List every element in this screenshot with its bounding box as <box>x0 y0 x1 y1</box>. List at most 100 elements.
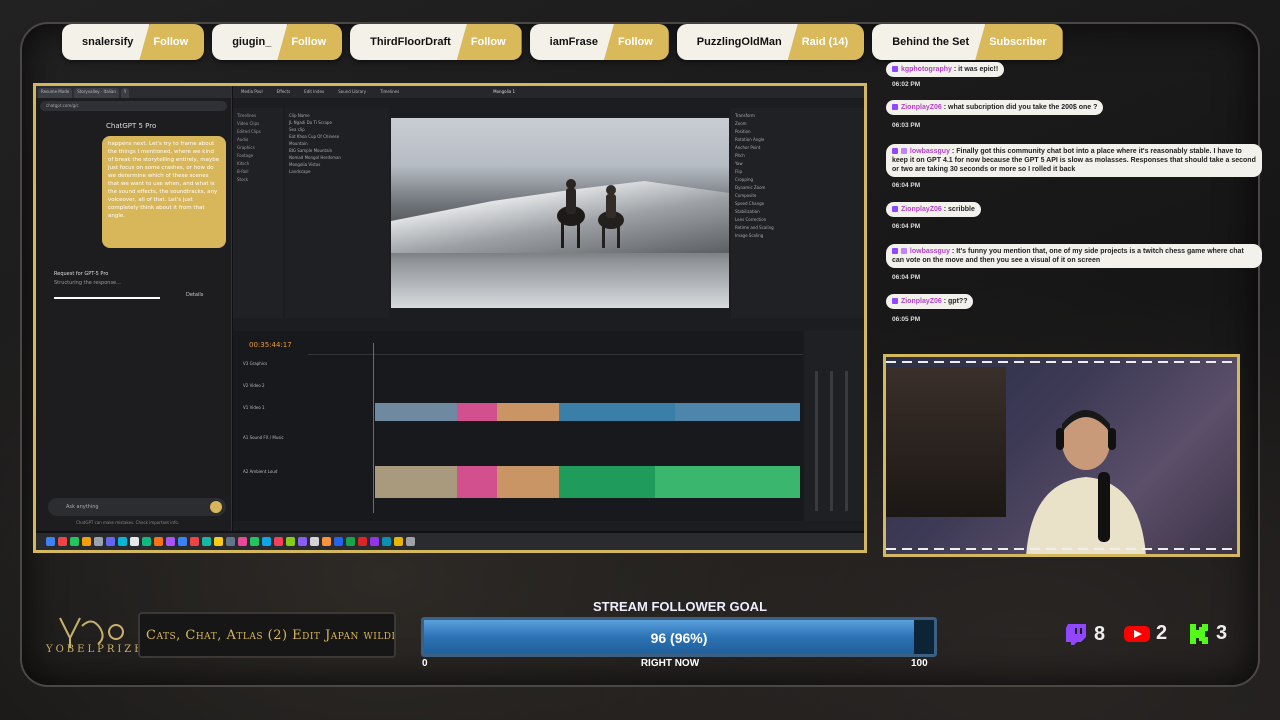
browser-tab[interactable]: Storyvalley · Italian <box>74 88 119 98</box>
request-title: Request for GPT-5 Pro <box>54 271 109 277</box>
sub-badge-icon <box>900 148 907 154</box>
inspector-item[interactable]: Dynamic Zoom <box>735 184 861 192</box>
app-icon[interactable] <box>394 537 403 546</box>
inspector-item[interactable]: Transform <box>735 112 861 120</box>
chat-message: ZionplayZ06 : what subcription did you t… <box>886 100 1104 115</box>
app-icon[interactable] <box>250 537 259 546</box>
webcam-frame-dashes <box>886 361 1237 363</box>
bin-item[interactable]: Kitsch <box>237 160 279 168</box>
app-icon[interactable] <box>214 537 223 546</box>
inspector-item[interactable]: Image Scaling <box>735 232 861 240</box>
app-icon[interactable] <box>274 537 283 546</box>
app-icon[interactable] <box>262 537 271 546</box>
menu-item[interactable]: Timelines <box>380 89 399 95</box>
mixer-fader[interactable] <box>830 371 833 511</box>
app-icon[interactable] <box>118 537 127 546</box>
inspector-item[interactable]: Composite <box>735 192 861 200</box>
prompt-input[interactable]: Ask anything <box>48 498 226 516</box>
video-track-clips[interactable] <box>375 403 800 421</box>
video-viewer[interactable] <box>391 118 729 308</box>
inspector-item[interactable]: Flip <box>735 168 861 176</box>
inspector-item[interactable]: Rotation Angle <box>735 136 861 144</box>
inspector-item[interactable]: Speed Change <box>735 200 861 208</box>
bin-item[interactable]: Edited Clips <box>237 128 279 136</box>
model-selector[interactable]: ChatGPT 5 Pro <box>36 114 231 130</box>
mixer-fader[interactable] <box>845 371 848 511</box>
bin-item[interactable]: Video Clips <box>237 120 279 128</box>
clip-item[interactable]: BIG Sample Mountain <box>289 147 385 154</box>
browser-tab[interactable]: Y <box>120 88 130 98</box>
app-icon[interactable] <box>298 537 307 546</box>
app-icon[interactable] <box>106 537 115 546</box>
app-icon[interactable] <box>286 537 295 546</box>
bin-item[interactable]: Footage <box>237 152 279 160</box>
inspector-item[interactable]: Anchor Point <box>735 144 861 152</box>
finder-icon[interactable] <box>46 537 55 546</box>
bin-item[interactable]: Timelines <box>237 112 279 120</box>
audio-track-clips[interactable] <box>375 466 800 498</box>
app-icon[interactable] <box>334 537 343 546</box>
goal-label: STREAM FOLLOWER GOAL <box>592 599 768 614</box>
clip-item[interactable]: Eat Khoa Cup Of Chinese <box>289 133 385 140</box>
bin-item[interactable]: Graphics <box>237 144 279 152</box>
app-icon[interactable] <box>166 537 175 546</box>
follower-goal-bar: 96 (96%) <box>421 617 937 657</box>
menu-item[interactable]: Edit Index <box>304 89 324 95</box>
menu-item[interactable]: Media Pool <box>241 89 263 95</box>
inspector-item[interactable]: Stabilization <box>735 208 861 216</box>
url-bar[interactable]: chatgpt.com/g/c <box>40 101 227 111</box>
bin-item[interactable]: B-Roll <box>237 168 279 176</box>
app-icon[interactable] <box>190 537 199 546</box>
app-icon[interactable] <box>58 537 67 546</box>
send-icon[interactable] <box>210 501 222 513</box>
clip-item[interactable]: Landscape <box>289 168 385 175</box>
app-icon[interactable] <box>94 537 103 546</box>
app-icon[interactable] <box>142 537 151 546</box>
app-icon[interactable] <box>238 537 247 546</box>
track-label: V1 Video 1 <box>243 405 265 410</box>
browser-tabs: Resume Mode Storyvalley · Italian Y <box>36 86 231 98</box>
inspector-item[interactable]: Lens Correction <box>735 216 861 224</box>
mixer-fader[interactable] <box>815 371 818 511</box>
clip-item[interactable]: Sea clip <box>289 126 385 133</box>
app-icon[interactable] <box>178 537 187 546</box>
browser-tab[interactable]: Resume Mode <box>38 88 73 98</box>
clip-item[interactable]: Nomad Mongol Herdsman <box>289 154 385 161</box>
app-icon[interactable] <box>310 537 319 546</box>
app-icon[interactable] <box>358 537 367 546</box>
timeline[interactable]: 00:35:44:17 V3 Graphics V2 Video 2 V1 Vi… <box>233 331 803 521</box>
bin-item[interactable]: Audio <box>237 136 279 144</box>
app-icon[interactable] <box>82 537 91 546</box>
playhead[interactable] <box>373 343 374 513</box>
bin-item[interactable]: Stock <box>237 176 279 184</box>
app-icon[interactable] <box>130 537 139 546</box>
app-icon[interactable] <box>322 537 331 546</box>
app-icon[interactable] <box>370 537 379 546</box>
app-icon[interactable] <box>154 537 163 546</box>
details-button[interactable]: Details <box>186 292 203 298</box>
inspector-item[interactable]: Yaw <box>735 160 861 168</box>
inspector-item[interactable]: Cropping <box>735 176 861 184</box>
menu-item[interactable]: Effects <box>277 89 291 95</box>
clip-item[interactable]: JL Ngadi Da Ti Scrape <box>289 119 385 126</box>
trash-icon[interactable] <box>406 537 415 546</box>
app-icon[interactable] <box>202 537 211 546</box>
bin-list: Timelines Video Clips Edited Clips Audio… <box>233 108 283 318</box>
app-icon[interactable] <box>382 537 391 546</box>
inspector-item[interactable]: Pitch <box>735 152 861 160</box>
timeline-ruler[interactable] <box>308 349 803 355</box>
app-icon[interactable] <box>226 537 235 546</box>
clip-item[interactable]: Mountain <box>289 140 385 147</box>
user-message-bubble: happens next. Let's try to frame about t… <box>102 136 226 248</box>
inspector-item[interactable]: Retime and Scaling <box>735 224 861 232</box>
alert-name: Behind the Set <box>872 24 986 60</box>
chat-time: 06:04 PM <box>892 182 921 189</box>
inspector-item[interactable]: Position <box>735 128 861 136</box>
app-icon[interactable] <box>346 537 355 546</box>
app-icon[interactable] <box>70 537 79 546</box>
twitch-badge-icon <box>892 298 898 304</box>
clip-item[interactable]: Mongolia Vistas <box>289 161 385 168</box>
inspector-item[interactable]: Zoom <box>735 120 861 128</box>
clip-item[interactable]: Clip Name <box>289 112 385 119</box>
menu-item[interactable]: Sound Library <box>338 89 366 95</box>
